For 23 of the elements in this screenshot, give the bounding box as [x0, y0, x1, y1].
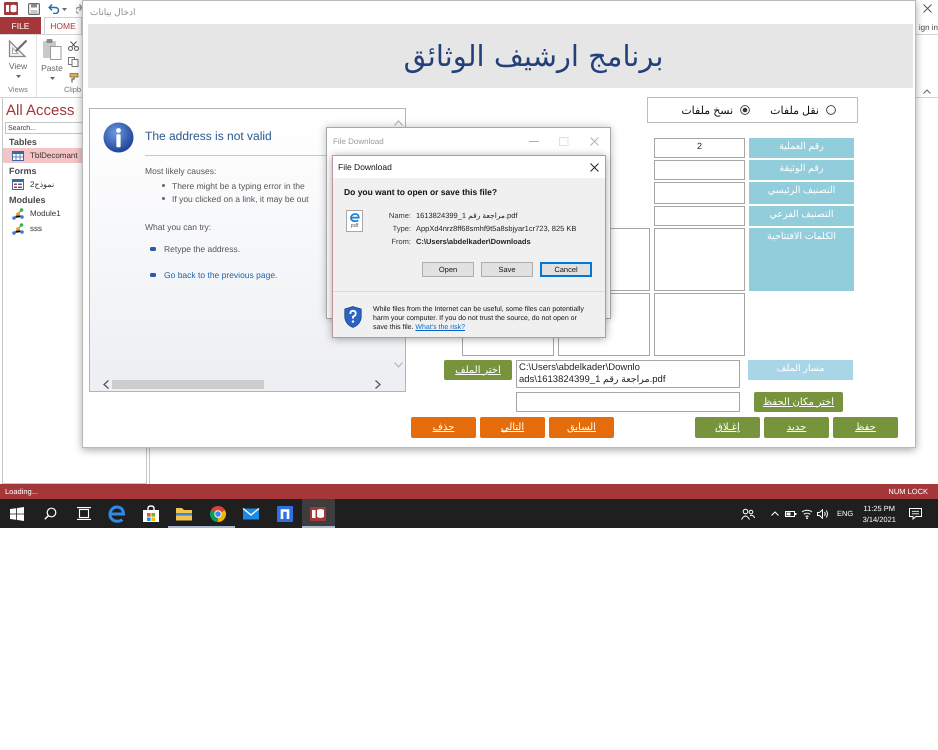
group-header: Forms: [8, 165, 38, 177]
field-label: مسار الملف: [748, 360, 853, 380]
field-label: رقم الوثيقة: [749, 160, 854, 180]
error-heading: The address is not valid: [145, 129, 272, 144]
field-label: الكلمات الافتتاحية: [749, 228, 854, 291]
form-heading: برنامج ارشيف الوثائق: [404, 39, 664, 73]
option-label: نسخ ملفات: [681, 104, 734, 116]
pane-title: All Access: [5, 101, 76, 121]
list-text: There might be a typing error in the: [172, 180, 305, 190]
suggestion-text: Retype the address.: [164, 244, 240, 254]
dialog-title: File Download: [338, 162, 392, 172]
section-title: What you can try:: [145, 222, 212, 233]
option-label: نقل ملفات: [770, 104, 819, 116]
list-text: If you clicked on a link, it may be out: [172, 194, 309, 204]
group-header: Tables: [8, 136, 38, 148]
section-title: Most likely causes:: [145, 166, 216, 177]
field-label: التصنيف الفرعي: [749, 206, 854, 226]
dialog-title: File Download: [333, 136, 384, 146]
window-title: ادخال بيانات: [90, 7, 136, 18]
field-label: التصنيف الرئيسي: [749, 182, 854, 204]
group-header: Modules: [8, 194, 47, 206]
field-label: رقم العملية: [749, 138, 854, 158]
dialog-question: Do you want to open or save this file?: [344, 187, 498, 198]
